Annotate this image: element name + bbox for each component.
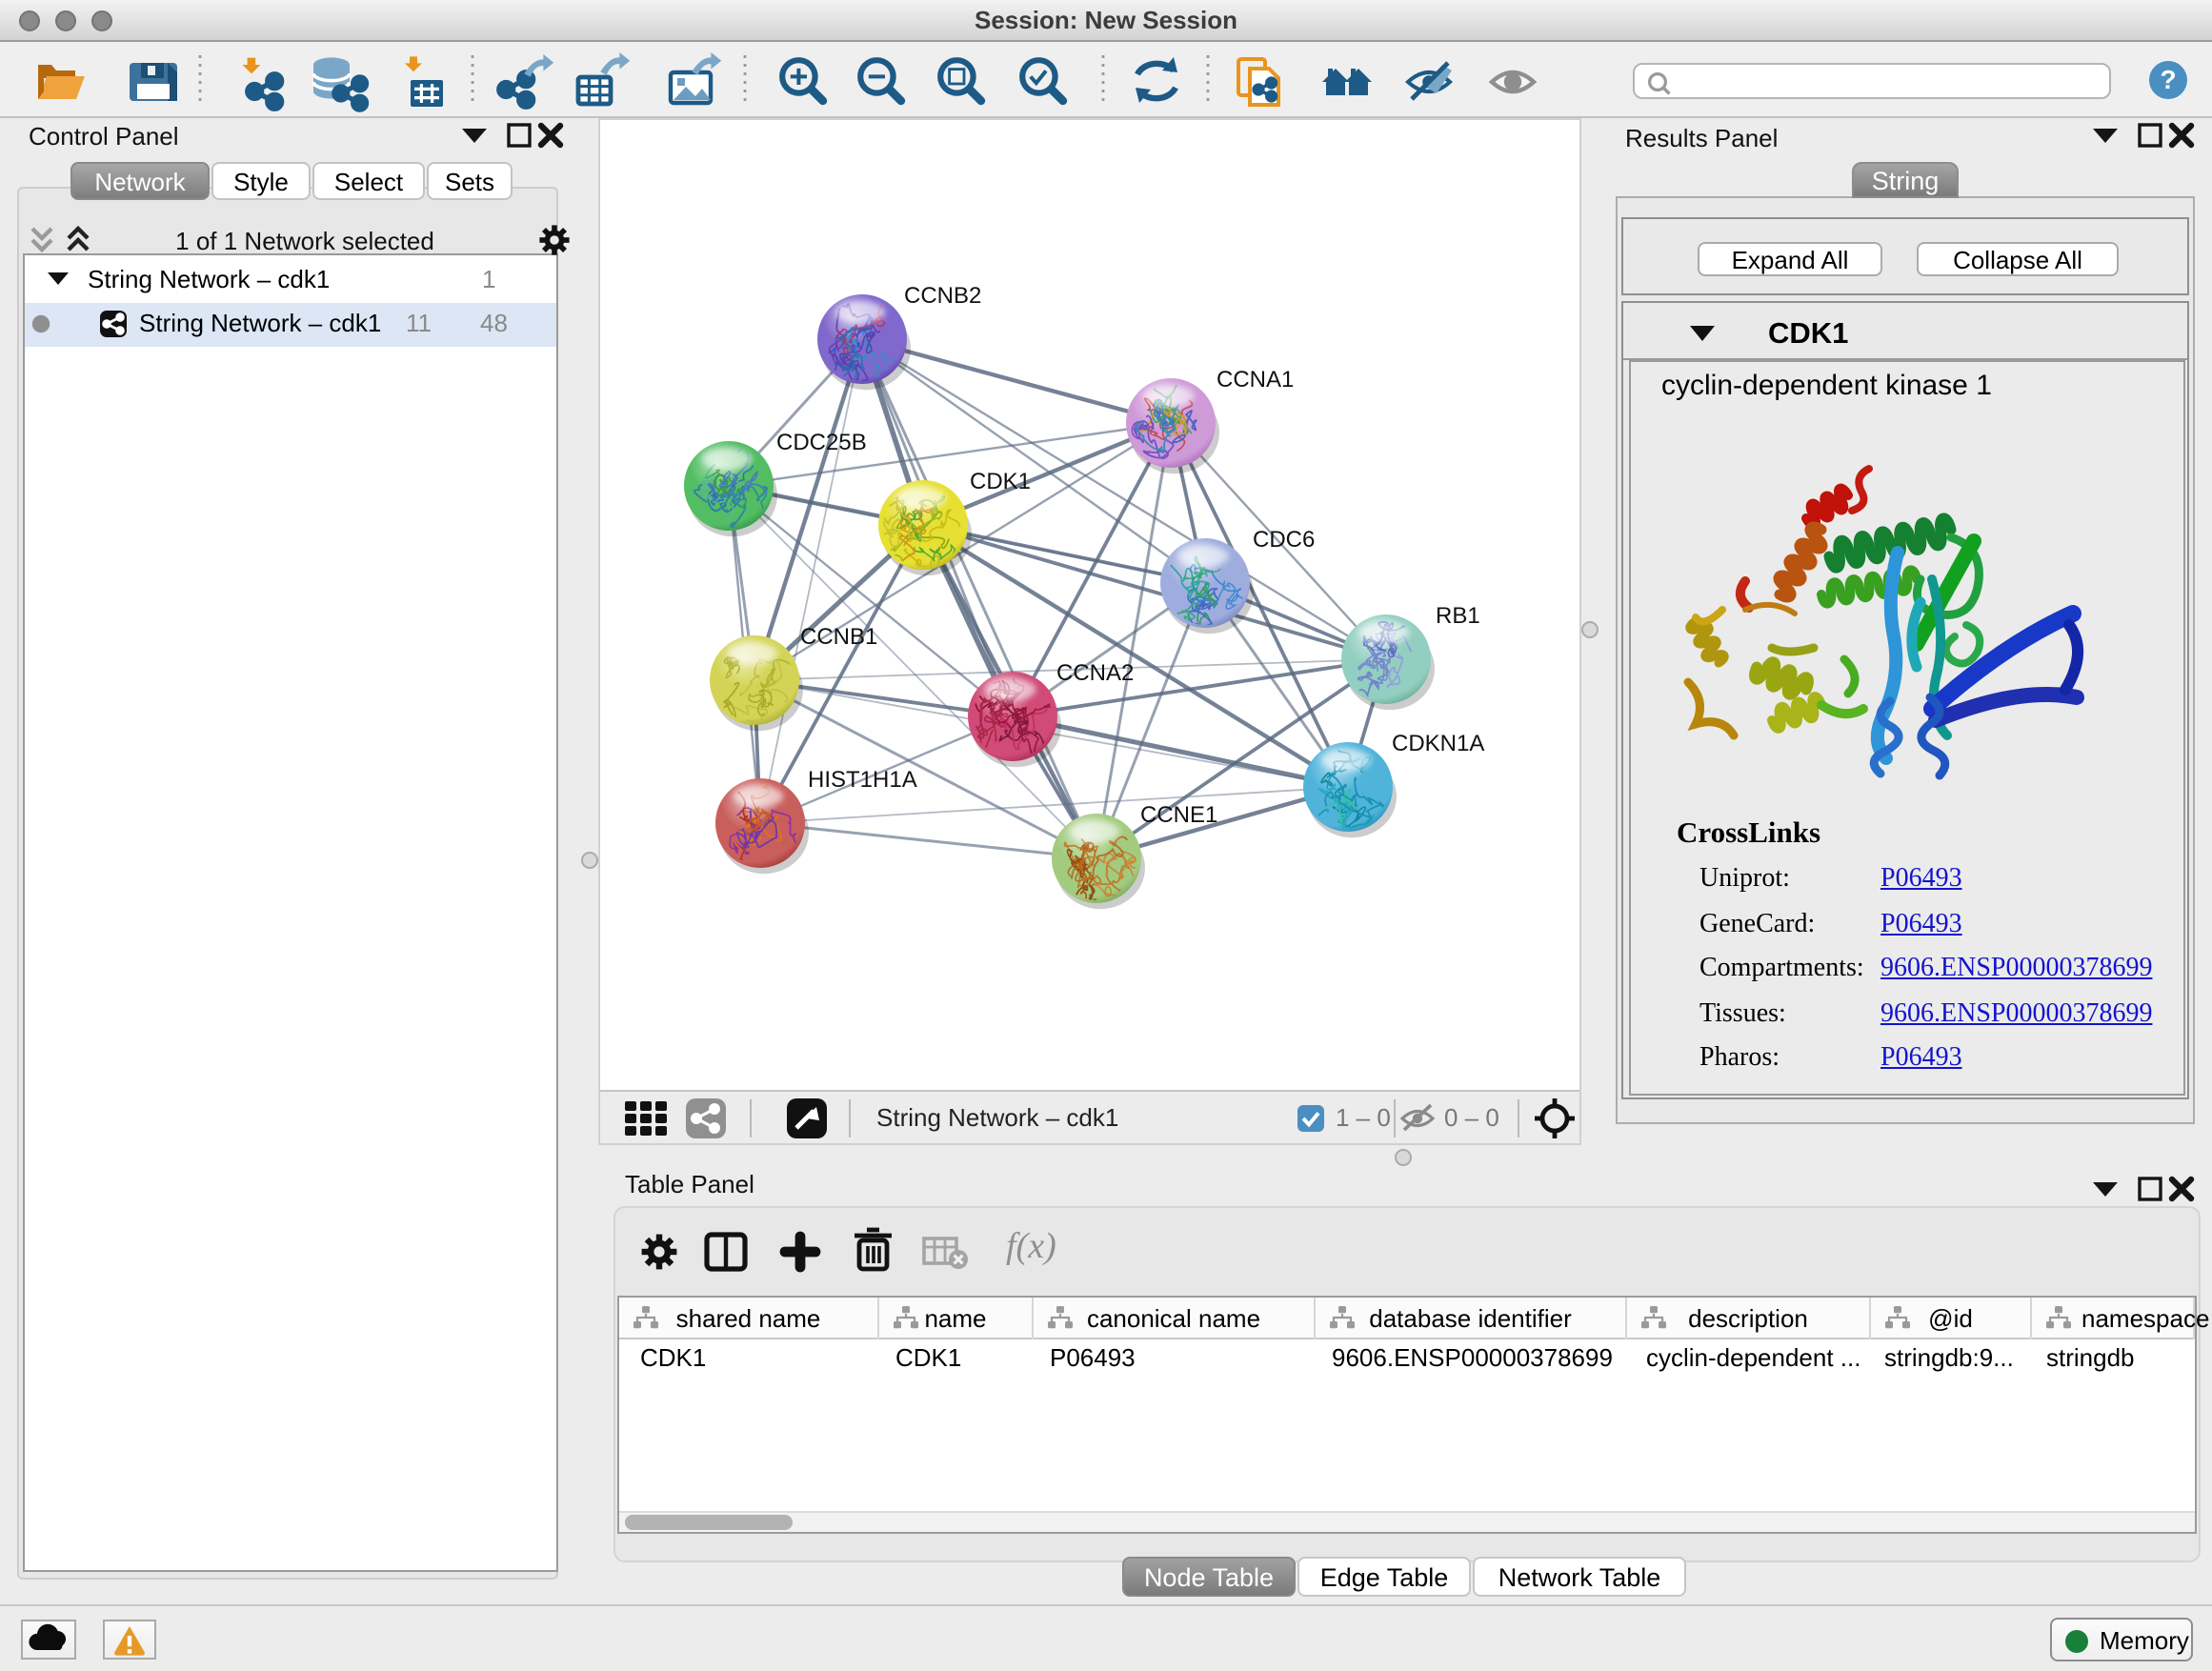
svg-text:CDC6: CDC6 — [1253, 527, 1315, 553]
svg-text:CDKN1A: CDKN1A — [1392, 731, 1484, 756]
svg-text:CCNA1: CCNA1 — [1217, 367, 1294, 393]
svg-text:HIST1H1A: HIST1H1A — [808, 767, 917, 793]
svg-text:CDK1: CDK1 — [970, 469, 1031, 494]
svg-text:CCNE1: CCNE1 — [1140, 802, 1217, 828]
svg-text:CDC25B: CDC25B — [776, 430, 867, 455]
svg-text:RB1: RB1 — [1436, 603, 1480, 629]
svg-text:CCNB1: CCNB1 — [800, 624, 877, 650]
svg-text:CCNB2: CCNB2 — [904, 283, 981, 309]
svg-text:CCNA2: CCNA2 — [1056, 660, 1134, 686]
